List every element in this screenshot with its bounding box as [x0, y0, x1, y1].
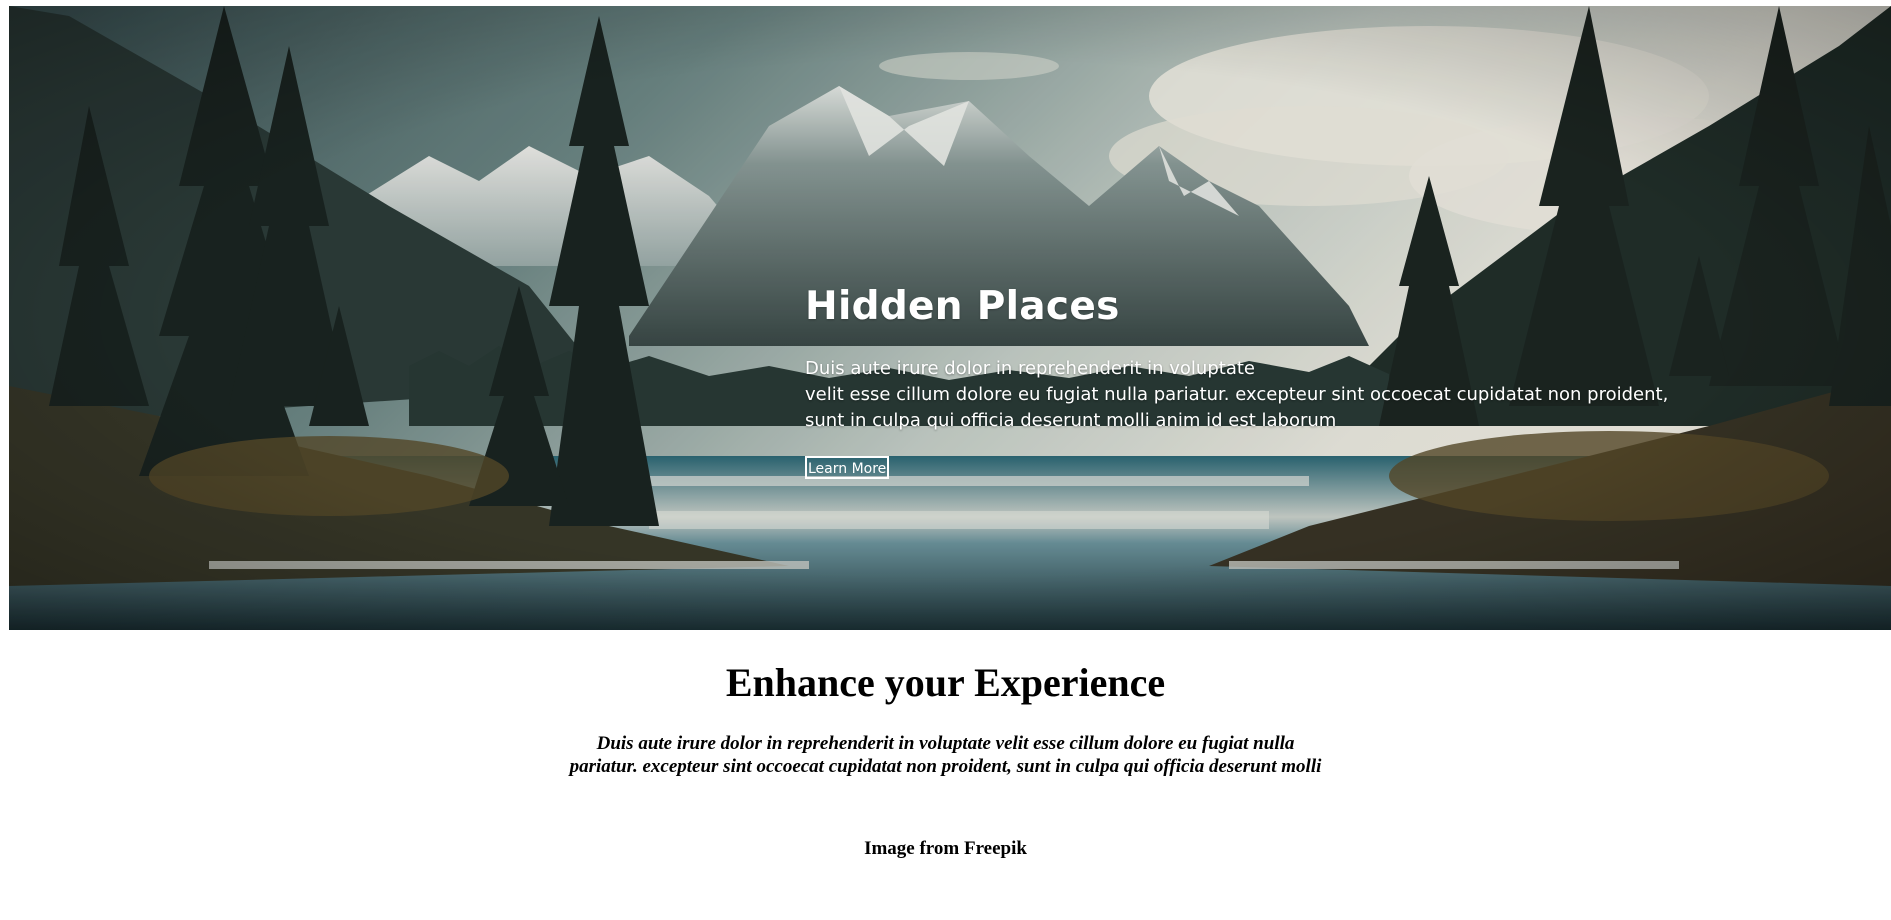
section-title: Enhance your Experience: [725, 660, 1166, 705]
hero-description-line: Duis aute irure dolor in reprehenderit i…: [805, 358, 1255, 379]
hero-banner: Hidden Places Duis aute irure dolor in r…: [9, 6, 1891, 630]
hero-description-line: sunt in culpa qui officia deserunt molli…: [805, 410, 1337, 431]
learn-more-button[interactable]: Learn More: [805, 456, 890, 479]
image-credit: Image from Freepik: [864, 838, 1027, 859]
hero-content: Hidden Places Duis aute irure dolor in r…: [805, 284, 1805, 479]
section-description: Duis aute irure dolor in reprehenderit i…: [569, 733, 1322, 777]
hero-description: Duis aute irure dolor in reprehenderit i…: [805, 356, 1805, 434]
hero-title: Hidden Places: [805, 284, 1120, 329]
experience-section: Enhance your Experience Duis aute irure …: [0, 630, 1891, 860]
hero-description-line: velit esse cillum dolore eu fugiat nulla…: [805, 384, 1669, 405]
